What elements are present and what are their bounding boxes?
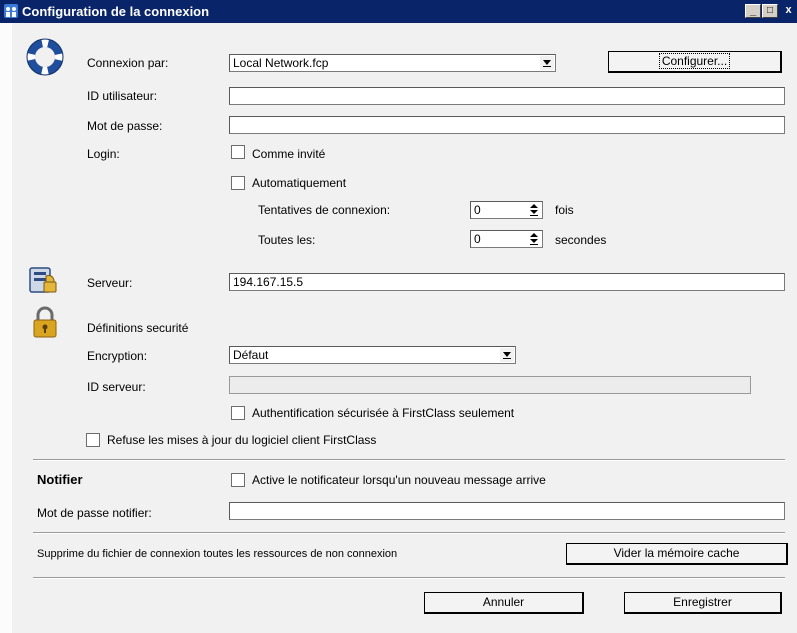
user-id-input[interactable] — [229, 87, 785, 105]
spinner-arrows-icon[interactable] — [527, 232, 541, 246]
automatic-checkbox[interactable] — [231, 176, 245, 190]
divider — [33, 532, 785, 534]
automatic-label: Automatiquement — [252, 176, 347, 190]
refuse-updates-label: Refuse les mises à jour du logiciel clie… — [107, 433, 377, 447]
chevron-down-icon[interactable] — [540, 56, 554, 70]
window-title: Configuration de la connexion — [22, 4, 210, 19]
divider — [33, 459, 785, 461]
security-heading: Définitions securité — [87, 321, 189, 335]
every-unit: secondes — [555, 233, 607, 247]
encryption-label: Encryption: — [87, 349, 148, 363]
as-guest-label: Comme invité — [252, 147, 326, 161]
chevron-down-icon[interactable] — [500, 348, 514, 362]
user-id-label: ID utilisateur: — [87, 89, 158, 103]
connection-ring-icon — [26, 38, 64, 76]
server-label: Serveur: — [87, 276, 133, 290]
notifier-password-input[interactable] — [229, 502, 785, 520]
clear-cache-button[interactable]: Vider la mémoire cache — [566, 543, 788, 565]
attempts-unit: fois — [555, 203, 574, 217]
divider — [33, 577, 785, 579]
connection-via-select[interactable]: Local Network.fcp — [229, 54, 556, 72]
close-button[interactable]: x — [780, 4, 797, 18]
attempts-stepper[interactable]: 0 — [470, 201, 543, 219]
spinner-arrows-icon[interactable] — [527, 203, 541, 217]
server-input[interactable]: 194.167.15.5 — [229, 273, 785, 291]
every-label: Toutes les: — [258, 233, 316, 247]
password-label: Mot de passe: — [87, 119, 163, 133]
title-bar[interactable]: Configuration de la connexion _ □ x — [0, 0, 797, 23]
app-icon — [4, 4, 18, 18]
minimize-button[interactable]: _ — [745, 4, 761, 18]
login-label: Login: — [87, 147, 120, 161]
refuse-updates-checkbox[interactable] — [86, 433, 100, 447]
attempts-label: Tentatives de connexion: — [258, 203, 391, 217]
encryption-select[interactable]: Défaut — [229, 346, 516, 364]
every-value: 0 — [474, 232, 481, 246]
notifier-heading: Notifier — [37, 472, 83, 487]
activate-notifier-checkbox[interactable] — [231, 473, 245, 487]
save-button[interactable]: Enregistrer — [624, 592, 782, 614]
password-input[interactable] — [229, 116, 785, 134]
connection-via-label: Connexion par: — [87, 56, 169, 70]
maximize-button[interactable]: □ — [762, 4, 778, 18]
cache-description: Supprime du fichier de connexion toutes … — [37, 548, 398, 560]
as-guest-checkbox[interactable] — [231, 145, 245, 159]
connection-via-value: Local Network.fcp — [233, 56, 329, 70]
secure-auth-checkbox[interactable] — [231, 406, 245, 420]
server-id-label: ID serveur: — [87, 380, 146, 394]
activate-notifier-label: Active le notificateur lorsqu'un nouveau… — [252, 473, 546, 487]
attempts-value: 0 — [474, 203, 481, 217]
window-left-edge — [0, 23, 12, 633]
notifier-password-label: Mot de passe notifier: — [37, 506, 152, 520]
server-id-input[interactable] — [229, 376, 751, 394]
configure-button[interactable]: Configurer... — [608, 51, 782, 73]
server-icon — [29, 267, 57, 293]
lock-icon — [33, 306, 57, 338]
secure-auth-label: Authentification sécurisée à FirstClass … — [252, 406, 515, 420]
encryption-value: Défaut — [233, 348, 269, 362]
every-stepper[interactable]: 0 — [470, 230, 543, 248]
cancel-button[interactable]: Annuler — [424, 592, 584, 614]
